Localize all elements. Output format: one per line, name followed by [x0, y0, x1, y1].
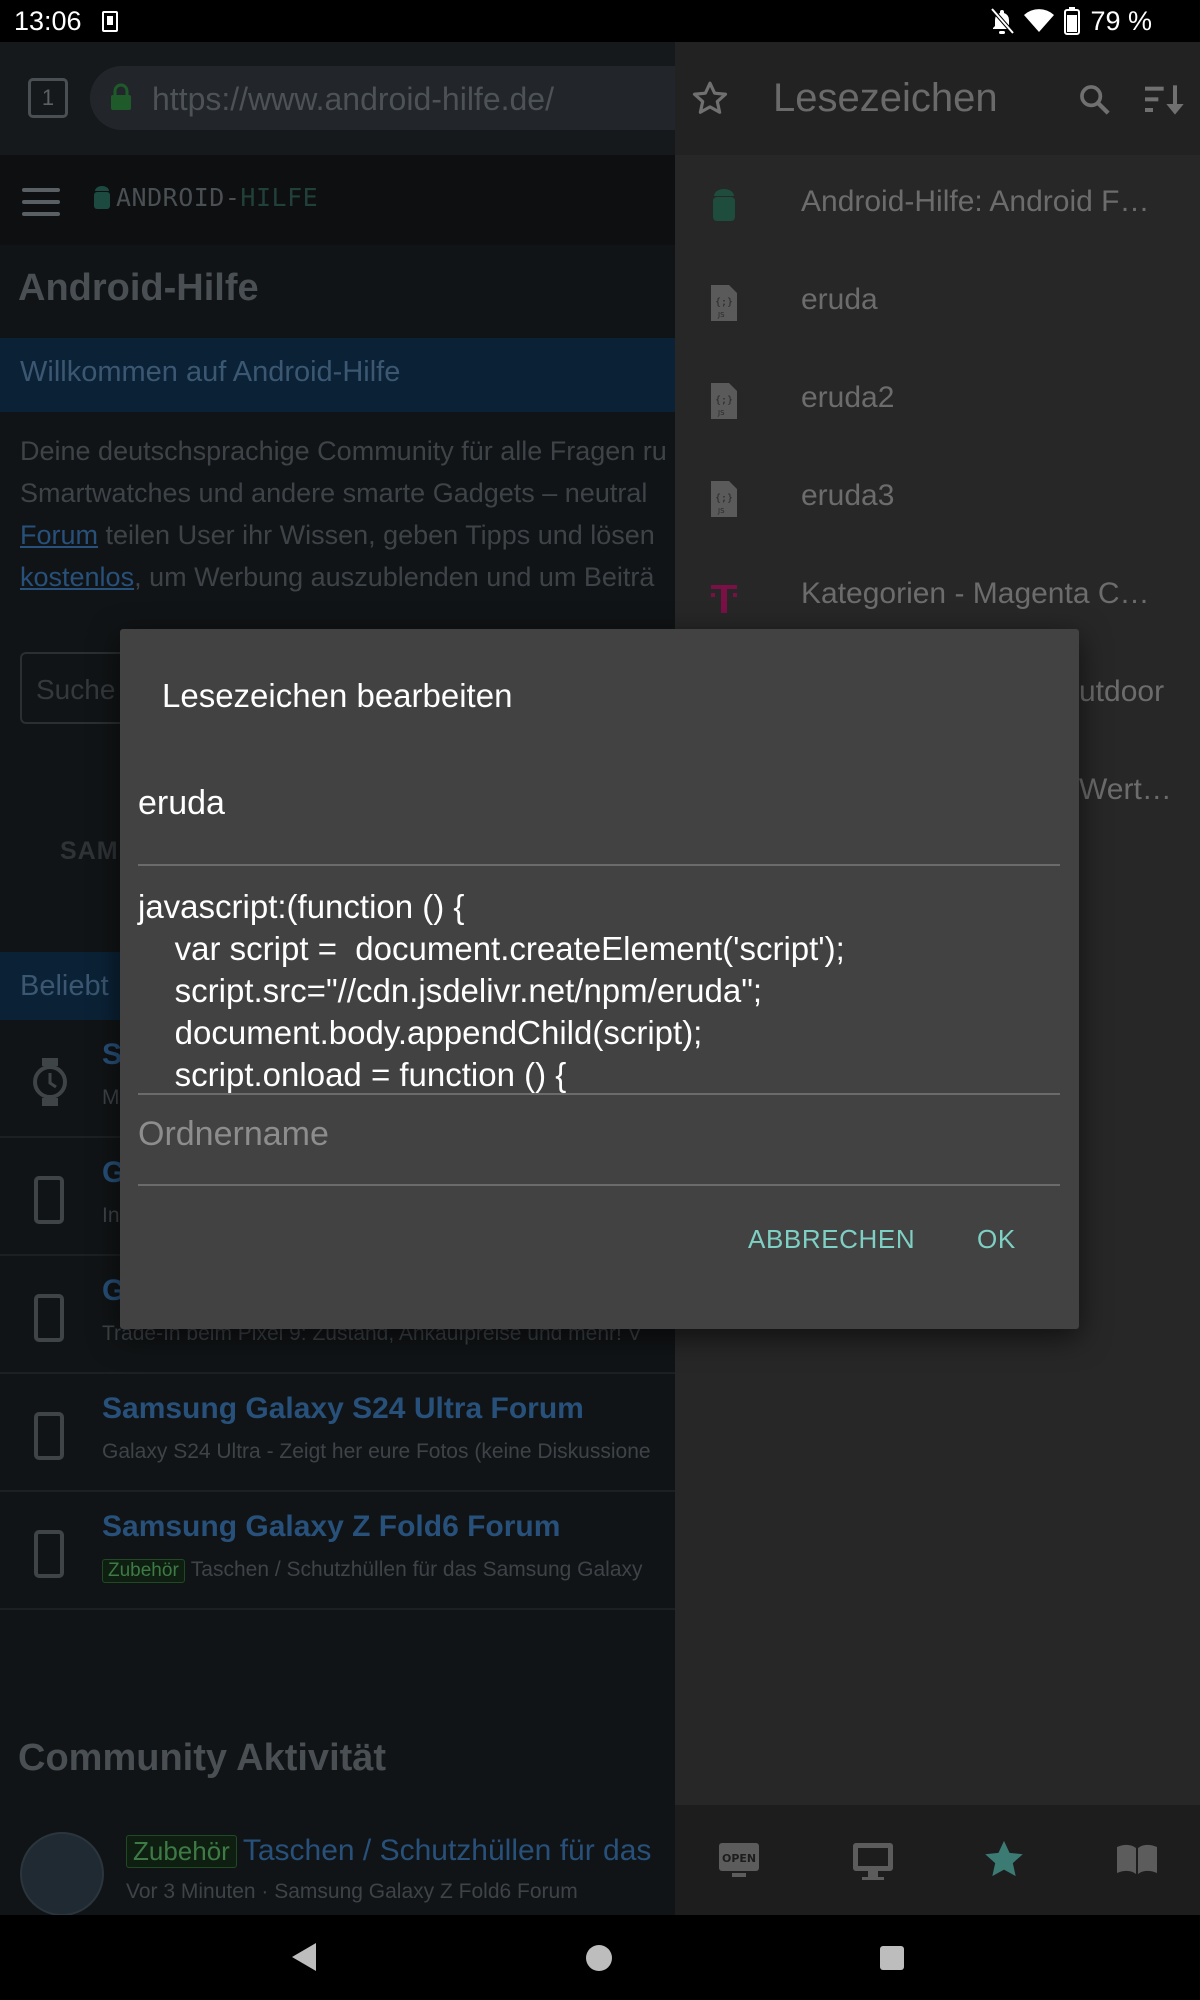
bookmark-name-value: eruda — [138, 784, 225, 822]
battery-icon — [1064, 7, 1081, 35]
home-icon[interactable] — [586, 1945, 612, 1971]
folder-name-field[interactable]: Ordnername — [138, 1095, 1060, 1186]
status-bar: 13:06 79 % — [0, 0, 1200, 42]
bookmark-url-value: javascript:(function () { var script = d… — [138, 888, 845, 1093]
recents-icon[interactable] — [880, 1946, 904, 1970]
clock: 13:06 — [14, 6, 82, 36]
notifications-off-icon — [990, 7, 1015, 35]
edit-bookmark-dialog: Lesezeichen bearbeiten eruda javascript:… — [120, 629, 1079, 1329]
battery-percent: 79 % — [1090, 5, 1152, 36]
dialog-title: Lesezeichen bearbeiten — [162, 677, 513, 714]
sim-icon — [102, 11, 118, 32]
back-icon[interactable] — [290, 1941, 318, 1973]
system-nav-bar — [0, 1915, 1200, 2000]
cancel-button[interactable]: ABBRECHEN — [748, 1224, 915, 1255]
status-icons: 79 % — [990, 4, 1152, 38]
bookmark-name-field[interactable]: eruda — [138, 768, 1060, 866]
ok-button[interactable]: OK — [977, 1224, 1016, 1255]
bookmark-url-field[interactable]: javascript:(function () { var script = d… — [138, 866, 1060, 1095]
folder-name-placeholder: Ordnername — [138, 1115, 329, 1153]
wifi-icon — [1024, 9, 1055, 32]
